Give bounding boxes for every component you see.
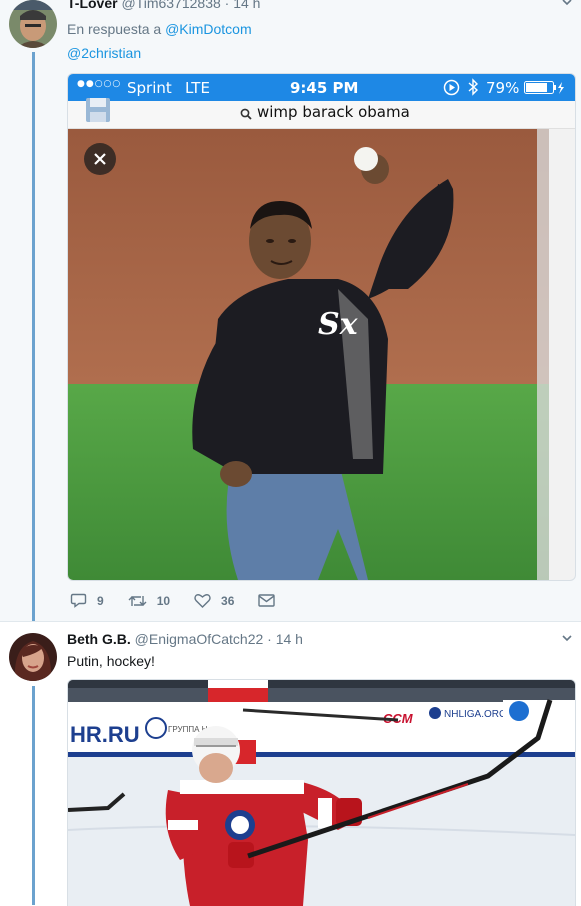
retweet-icon	[128, 595, 147, 606]
heart-icon	[194, 594, 211, 608]
reply-count: 9	[97, 593, 104, 608]
close-icon[interactable]	[84, 143, 116, 175]
photo: Sx	[68, 129, 549, 580]
mention-link[interactable]: @2christian	[67, 45, 141, 61]
search-bar: wimp barack obama	[68, 98, 575, 129]
svg-text:Sx: Sx	[318, 307, 359, 342]
signal-icon: ●●○○○	[77, 79, 122, 89]
reply-button[interactable]: 9	[70, 593, 104, 608]
ios-status-bar: ●●○○○ Sprint LTE 9:45 PM 79%	[68, 74, 575, 101]
chevron-down-icon[interactable]	[561, 632, 573, 647]
tweet-text: @2christian	[67, 45, 141, 61]
retweet-button[interactable]: 10	[128, 594, 170, 608]
tweet-text: Putin, hockey!	[67, 653, 155, 669]
bluetooth-icon	[467, 78, 479, 100]
author-name[interactable]: T-Lover	[67, 0, 118, 11]
rink-sign: NHLIGA.ORG	[444, 709, 507, 720]
tweet-separator	[0, 621, 581, 622]
carrier: Sprint	[127, 79, 172, 97]
avatar[interactable]	[9, 0, 57, 48]
tweet-actions: 9 10 36	[70, 593, 309, 608]
search-query: wimp barack obama	[257, 103, 410, 121]
reply-context: En respuesta a @KimDotcom	[67, 21, 252, 37]
search-icon	[240, 107, 252, 125]
network-type: LTE	[185, 79, 210, 97]
save-icon	[85, 97, 111, 128]
thread-line	[32, 686, 35, 905]
tweet-time[interactable]: · 14 h	[225, 0, 261, 11]
tweet-header: T-Lover @Tim63712838 · 14 h	[67, 0, 260, 11]
tweet-1: T-Lover @Tim63712838 · 14 h En respuesta…	[0, 0, 581, 621]
photo: HR.RU ГРУППА НМЛ CCM NHLIGA.ORG	[68, 680, 575, 906]
like-button[interactable]: 36	[194, 593, 234, 608]
like-count: 36	[221, 593, 235, 608]
author-name[interactable]: Beth G.B.	[67, 631, 131, 647]
chevron-down-icon[interactable]	[561, 0, 573, 11]
tweet-media[interactable]: HR.RU ГРУППА НМЛ CCM NHLIGA.ORG	[67, 679, 576, 906]
reply-icon	[70, 593, 87, 608]
reply-to-link[interactable]: @KimDotcom	[165, 21, 252, 37]
thread-line	[32, 52, 35, 621]
tweet-header: Beth G.B. @EnigmaOfCatch22 · 14 h	[67, 631, 303, 647]
rink-sign: HR.RU	[70, 722, 140, 747]
direct-message-button[interactable]	[258, 594, 285, 607]
play-icon	[443, 79, 460, 100]
author-handle[interactable]: @EnigmaOfCatch22	[135, 631, 264, 647]
tweet-media[interactable]: ●●○○○ Sprint LTE 9:45 PM 79% wimp barack	[67, 73, 576, 581]
envelope-icon	[258, 594, 276, 607]
retweet-count: 10	[156, 593, 171, 608]
battery-icon	[524, 81, 566, 99]
clock: 9:45 PM	[290, 79, 359, 97]
reply-prefix: En respuesta a	[67, 21, 162, 37]
author-handle[interactable]: @Tim63712838	[121, 0, 220, 11]
avatar[interactable]	[9, 633, 57, 681]
battery-percent: 79%	[486, 79, 520, 97]
tweet-time[interactable]: · 14 h	[267, 631, 303, 647]
